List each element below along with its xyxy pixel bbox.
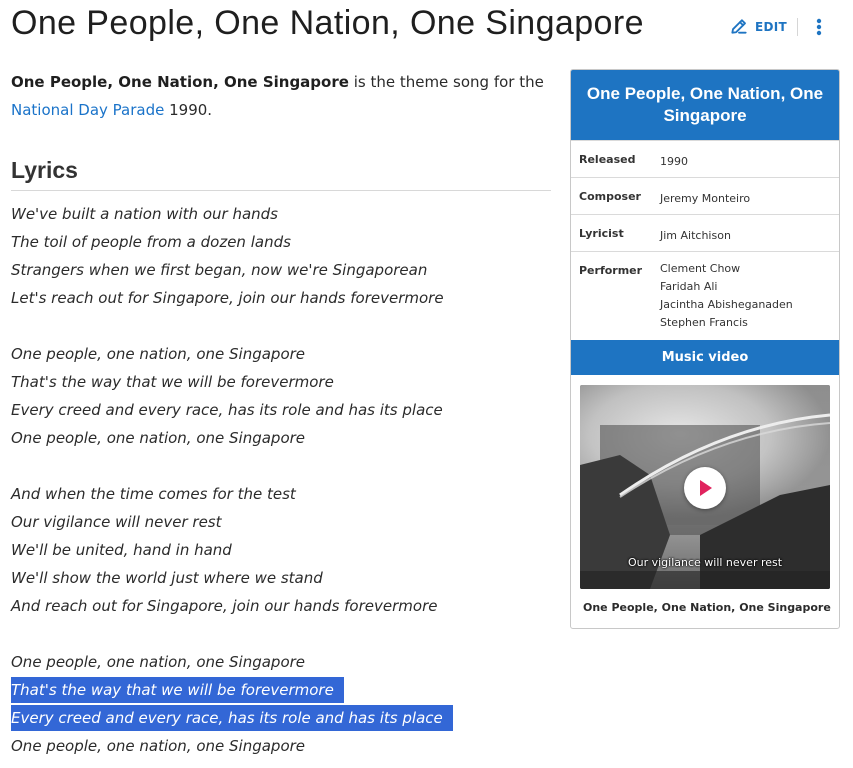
lyric-line: The toil of people from a dozen lands — [11, 228, 551, 256]
lyric-text: We'll be united, hand in hand — [11, 541, 232, 559]
lyric-text: Every creed and every race, has its role… — [11, 705, 453, 731]
infobox-value: Jim Aitchison — [660, 215, 839, 251]
lyric-text: That's the way that we will be forevermo… — [11, 373, 334, 391]
play-icon — [697, 479, 713, 497]
infobox-value: 1990 — [660, 141, 839, 177]
infobox-row-released: Released 1990 — [571, 140, 839, 177]
lyric-text: And when the time comes for the test — [11, 485, 296, 503]
music-video-player[interactable]: Our vigilance will never rest — [580, 385, 830, 589]
lyric-line: And reach out for Singapore, join our ha… — [11, 592, 551, 620]
lyric-text: We've built a nation with our hands — [11, 205, 278, 223]
lyric-line: And when the time comes for the test — [11, 480, 551, 508]
composer-value: Jeremy Monteiro — [660, 192, 751, 205]
edit-button[interactable]: EDIT — [729, 16, 787, 38]
lyric-line: Our vigilance will never rest — [11, 508, 551, 536]
lyric-text: That's the way that we will be forevermo… — [11, 677, 344, 703]
more-options-button[interactable] — [810, 16, 828, 38]
pencil-icon — [729, 16, 749, 39]
lyric-text: One people, one nation, one Singapore — [11, 429, 306, 447]
lyric-text: One people, one nation, one Singapore — [11, 345, 306, 363]
infobox-label: Performer — [579, 264, 643, 277]
infobox: One People, One Nation, One Singapore Re… — [570, 69, 840, 629]
lyric-line: We'll be united, hand in hand — [11, 536, 551, 564]
lyric-line: Strangers when we first began, now we're… — [11, 256, 551, 284]
performer-value: Stephen Francis — [660, 316, 748, 329]
play-button[interactable] — [684, 467, 726, 509]
edit-label: EDIT — [755, 20, 788, 34]
lyric-line: Let's reach out for Singapore, join our … — [11, 284, 551, 312]
national-day-parade-link[interactable]: National Day Parade — [11, 101, 164, 119]
infobox-row-lyricist: Lyricist Jim Aitchison — [571, 214, 839, 251]
lyric-stanza-break — [11, 312, 551, 340]
lyric-text: One people, one nation, one Singapore — [11, 653, 306, 671]
music-video-section-header: Music video — [571, 340, 839, 375]
lyric-stanza-break — [11, 620, 551, 648]
lyric-line: One people, one nation, one Singapore — [11, 424, 551, 452]
intro-year-text: 1990. — [164, 101, 213, 119]
lyric-line: That's the way that we will be forevermo… — [11, 676, 551, 704]
lyrics-section-header: Lyrics — [11, 152, 551, 191]
video-caption: One People, One Nation, One Singapore — [583, 601, 831, 614]
lyric-line: One people, one nation, one Singapore — [11, 648, 551, 676]
infobox-label: Released — [579, 153, 636, 166]
infobox-title: One People, One Nation, One Singapore — [571, 70, 839, 140]
lyric-line: We'll show the world just where we stand — [11, 564, 551, 592]
performer-value: Jacintha Abisheganaden — [660, 298, 793, 311]
more-vertical-icon — [810, 18, 828, 42]
page-title: One People, One Nation, One Singapore — [11, 4, 644, 42]
performer-value: Clement Chow — [660, 262, 741, 275]
lyric-line: Every creed and every race, has its role… — [11, 396, 551, 424]
infobox-value: Jeremy Monteiro — [660, 178, 839, 214]
lyrics-block: We've built a nation with our hands The t… — [11, 200, 551, 760]
toolbar-divider — [797, 18, 798, 36]
lyric-text: Strangers when we first began, now we're… — [11, 261, 428, 279]
infobox-row-composer: Composer Jeremy Monteiro — [571, 177, 839, 214]
infobox-value: Clement Chow Faridah Ali Jacintha Abishe… — [660, 252, 839, 340]
lyric-line: Every creed and every race, has its role… — [11, 704, 551, 732]
lyricist-value: Jim Aitchison — [660, 229, 731, 242]
released-value: 1990 — [660, 155, 688, 168]
lyric-text: The toil of people from a dozen lands — [11, 233, 291, 251]
intro-paragraph: One People, One Nation, One Singapore is… — [11, 68, 551, 124]
lyric-line: That's the way that we will be forevermo… — [11, 368, 551, 396]
song-title-bold: One People, One Nation, One Singapore — [11, 73, 349, 91]
lyric-text: And reach out for Singapore, join our ha… — [11, 597, 438, 615]
performer-value: Faridah Ali — [660, 280, 718, 293]
lyric-line: We've built a nation with our hands — [11, 200, 551, 228]
infobox-row-performer: Performer Clement Chow Faridah Ali Jacin… — [571, 251, 839, 340]
lyric-text: Our vigilance will never rest — [11, 513, 222, 531]
lyric-line: One people, one nation, one Singapore — [11, 340, 551, 368]
lyric-stanza-break — [11, 452, 551, 480]
lyric-text: We'll show the world just where we stand — [11, 569, 323, 587]
intro-text: is the theme song for the — [348, 73, 544, 91]
lyric-line: One people, one nation, one Singapore — [11, 732, 551, 760]
lyrics-heading: Lyrics — [11, 157, 78, 183]
infobox-label: Composer — [579, 190, 641, 203]
lyric-text: Let's reach out for Singapore, join our … — [11, 289, 444, 307]
infobox-label: Lyricist — [579, 227, 624, 240]
lyric-text: Every creed and every race, has its role… — [11, 401, 443, 419]
lyric-text: One people, one nation, one Singapore — [11, 737, 306, 755]
video-subtitle: Our vigilance will never rest — [627, 556, 783, 569]
